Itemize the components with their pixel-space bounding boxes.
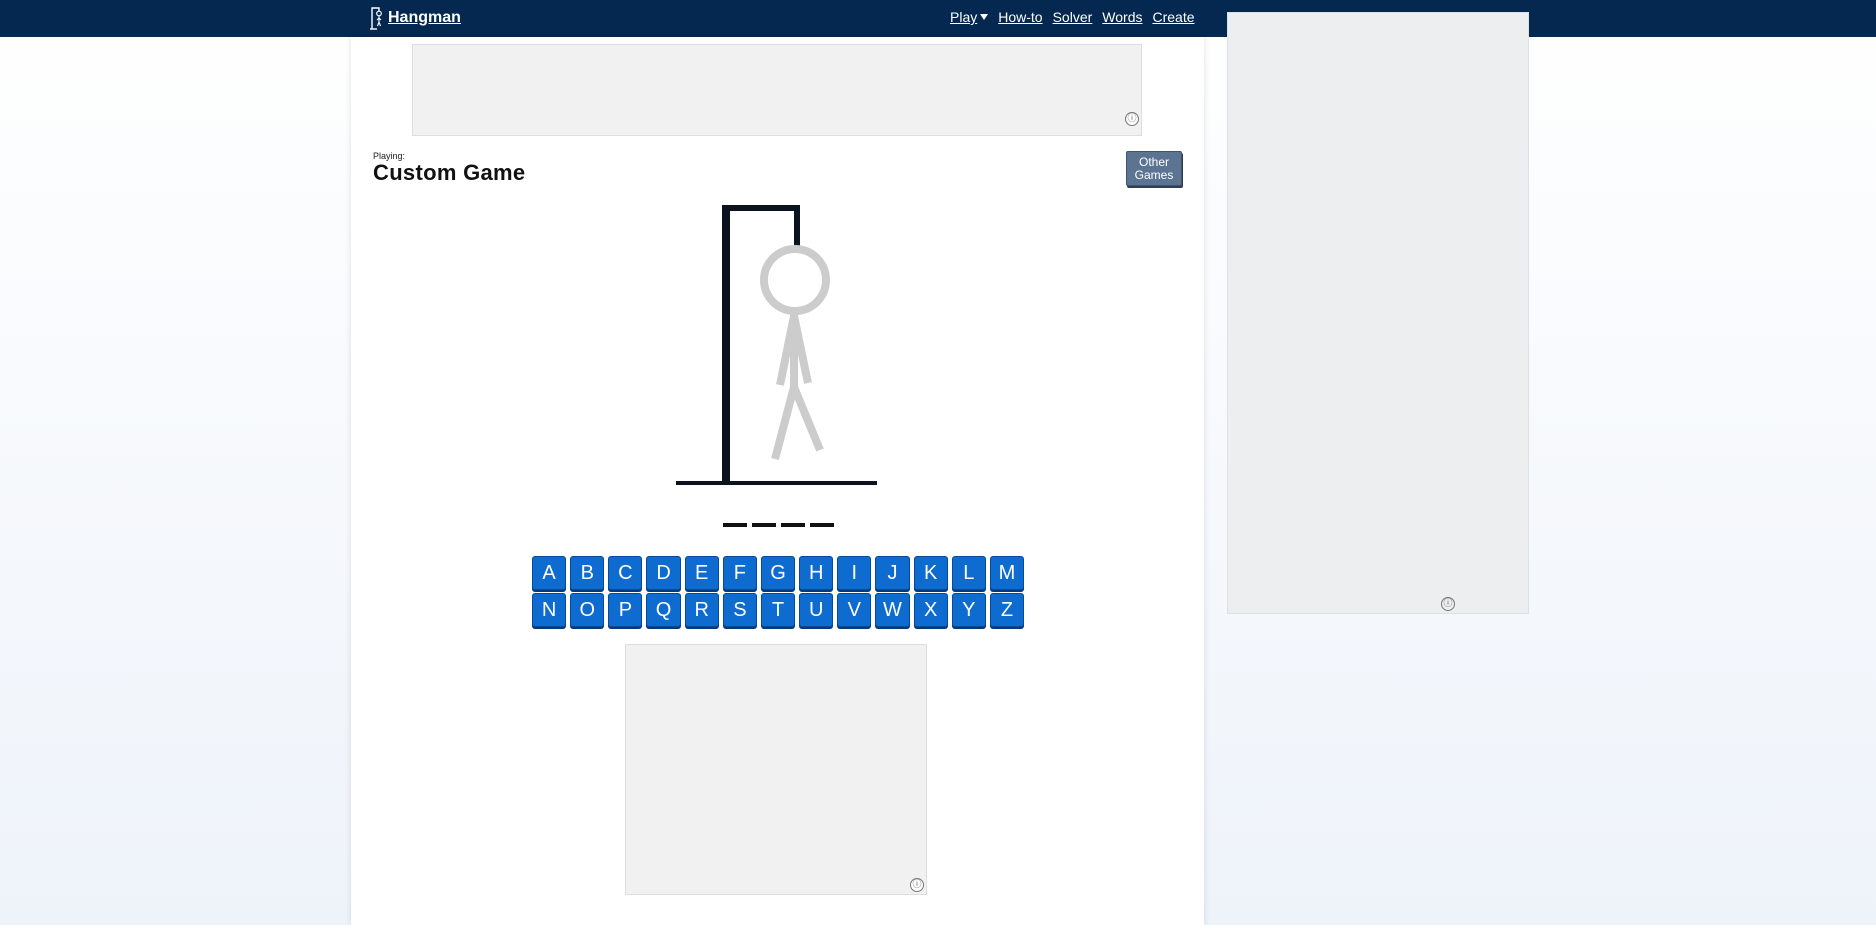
- figure-head: [760, 245, 830, 315]
- key-x[interactable]: X: [913, 593, 948, 627]
- letter-blank: _: [752, 523, 776, 527]
- figure-leg-right: [790, 385, 824, 452]
- nav-howto-link[interactable]: How-to: [998, 9, 1042, 25]
- site-logo-link[interactable]: Hangman: [369, 6, 461, 30]
- chevron-down-icon: [980, 14, 989, 20]
- nav-play-label: Play: [950, 9, 978, 25]
- nav-play-menu[interactable]: Play: [950, 9, 989, 25]
- key-p[interactable]: P: [608, 593, 643, 627]
- key-z[interactable]: Z: [989, 593, 1025, 627]
- key-c[interactable]: C: [608, 556, 643, 590]
- nav-solver-link[interactable]: Solver: [1053, 9, 1093, 25]
- key-j[interactable]: J: [875, 556, 910, 590]
- key-w[interactable]: W: [875, 593, 910, 627]
- letter-blank: _: [810, 523, 834, 527]
- key-r[interactable]: R: [684, 593, 719, 627]
- letter-keyboard: A B C D E F G H I J K L M N O P Q R S T …: [532, 556, 1025, 630]
- side-ad-slot[interactable]: ⓘ: [1227, 12, 1529, 614]
- key-a[interactable]: A: [532, 556, 567, 590]
- nav-create-link[interactable]: Create: [1152, 9, 1194, 25]
- key-q[interactable]: Q: [646, 593, 681, 627]
- hangman-figure-icon: [370, 7, 382, 30]
- key-k[interactable]: K: [913, 556, 948, 590]
- key-u[interactable]: U: [799, 593, 834, 627]
- ad-info-icon[interactable]: ⓘ: [1441, 597, 1455, 611]
- key-m[interactable]: M: [989, 556, 1025, 590]
- ad-info-icon[interactable]: ⓘ: [910, 878, 924, 892]
- key-y[interactable]: Y: [951, 593, 986, 627]
- key-s[interactable]: S: [722, 593, 757, 627]
- key-g[interactable]: G: [760, 556, 796, 590]
- key-f[interactable]: F: [722, 556, 757, 590]
- key-n[interactable]: N: [532, 593, 567, 627]
- word-blanks: _ _ _ _: [723, 523, 834, 527]
- nav-words-link[interactable]: Words: [1102, 9, 1142, 25]
- figure-leg-left: [771, 385, 798, 461]
- key-d[interactable]: D: [646, 556, 681, 590]
- key-l[interactable]: L: [951, 556, 986, 590]
- keyboard-row-2: N O P Q R S T U V W X Y Z: [532, 593, 1025, 627]
- hangman-drawing: [676, 205, 877, 485]
- key-b[interactable]: B: [570, 556, 605, 590]
- hangman-figure: [760, 245, 830, 461]
- keyboard-row-1: A B C D E F G H I J K L M: [532, 556, 1025, 590]
- site-logo-text: Hangman: [388, 9, 461, 26]
- key-o[interactable]: O: [570, 593, 605, 627]
- game-panel: ⓘ Playing: Custom Game Other Games _ _ _…: [351, 37, 1204, 925]
- key-t[interactable]: T: [760, 593, 796, 627]
- top-navigation-bar: Hangman Play How-to Solver Words Create: [0, 0, 1876, 37]
- bottom-ad-slot[interactable]: ⓘ: [625, 644, 927, 895]
- letter-blank: _: [781, 523, 805, 527]
- key-h[interactable]: H: [799, 556, 834, 590]
- key-i[interactable]: I: [837, 556, 872, 590]
- key-e[interactable]: E: [684, 556, 719, 590]
- main-nav: Play How-to Solver Words Create: [950, 7, 1205, 27]
- key-v[interactable]: V: [837, 593, 872, 627]
- letter-blank: _: [723, 523, 747, 527]
